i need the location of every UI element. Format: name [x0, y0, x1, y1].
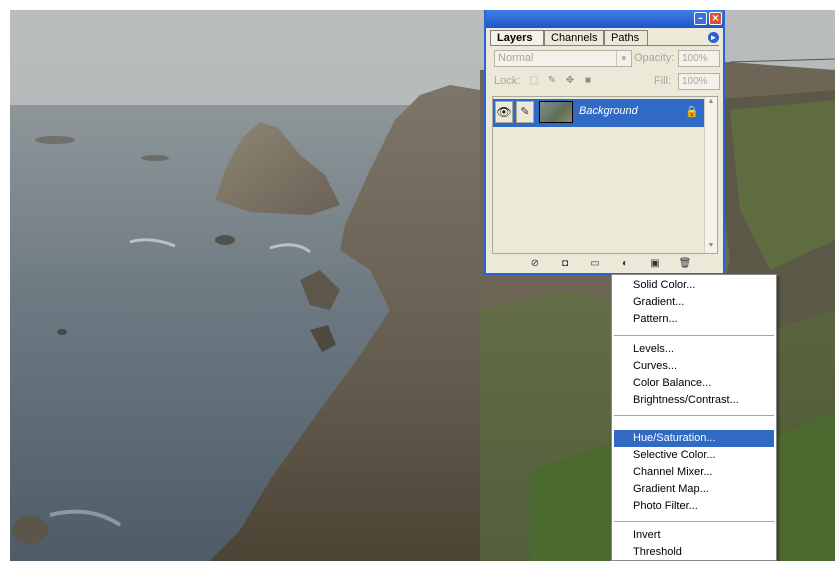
adjustment-layer-icon[interactable]: ◐	[618, 257, 632, 270]
menu-item-photo-filter[interactable]: Photo Filter...	[614, 498, 774, 515]
eye-icon[interactable]: 👁	[495, 101, 513, 123]
menu-item-color-balance[interactable]: Color Balance...	[614, 375, 774, 392]
lock-pixels-brush-icon[interactable]: ✎	[546, 75, 558, 87]
menu-item-gradient[interactable]: Gradient...	[614, 294, 774, 311]
layer-name: Background	[579, 105, 638, 117]
blend-mode-select[interactable]: Normal ▼	[494, 50, 632, 67]
menu-item-curves[interactable]: Curves...	[614, 358, 774, 375]
lock-position-move-icon[interactable]: ✥	[564, 75, 576, 87]
layer-row-background[interactable]: 👁 ✎ Background 🔒	[493, 99, 705, 127]
menu-item-levels[interactable]: Levels...	[614, 341, 774, 358]
layers-palette: – × Layers Channels Paths ► Normal ▼ Opa…	[484, 10, 725, 275]
palette-titlebar[interactable]: – ×	[486, 10, 723, 28]
menu-item-gradient-map[interactable]: Gradient Map...	[614, 481, 774, 498]
tab-channels[interactable]: Channels	[544, 30, 604, 45]
menu-item-threshold[interactable]: Threshold	[614, 544, 774, 560]
menu-separator	[614, 415, 774, 416]
lock-transparency-icon[interactable]: ⬚	[528, 75, 540, 87]
new-layer-icon[interactable]: ▣	[648, 257, 662, 270]
tab-layers[interactable]: Layers	[490, 30, 544, 45]
fill-field[interactable]: 100%	[678, 73, 720, 90]
scroll-down-icon[interactable]: ▼	[706, 242, 716, 252]
menu-separator	[614, 335, 774, 336]
menu-item-hue-saturation[interactable]: Hue/Saturation...	[614, 430, 774, 447]
chevron-down-icon: ▼	[616, 51, 631, 66]
link-icon[interactable]: ⊘	[528, 257, 542, 270]
palette-footer: ⊘ ◘ ▭ ◐ ▣ 🗑	[492, 257, 718, 271]
lock-all-icon[interactable]: ■	[582, 75, 594, 87]
blend-mode-value: Normal	[498, 52, 534, 64]
mask-icon[interactable]: ◘	[558, 257, 572, 270]
menu-item-solid-color[interactable]: Solid Color...	[614, 277, 774, 294]
scroll-up-icon[interactable]: ▲	[706, 98, 716, 108]
tab-divider	[490, 45, 719, 46]
menu-item-selective-color[interactable]: Selective Color...	[614, 447, 774, 464]
minimize-button[interactable]: –	[694, 12, 707, 25]
brush-icon[interactable]: ✎	[516, 101, 534, 123]
palette-menu-button[interactable]: ►	[708, 32, 719, 43]
lock-icon: 🔒	[685, 106, 699, 118]
folder-icon[interactable]: ▭	[588, 257, 602, 270]
tab-paths[interactable]: Paths	[604, 30, 648, 45]
menu-item-invert[interactable]: Invert	[614, 527, 774, 544]
fill-value: 100%	[682, 76, 708, 87]
layers-list: 👁 ✎ Background 🔒 ▲ ▼	[492, 96, 718, 254]
fill-label: Fill:	[654, 75, 672, 87]
blend-options-row: Normal ▼ Opacity: 100%	[494, 50, 720, 68]
layer-thumbnail	[539, 101, 573, 123]
menu-separator	[614, 521, 774, 522]
opacity-value: 100%	[682, 53, 708, 64]
lock-options-row: Lock: ⬚ ✎ ✥ ■ Fill: 100%	[494, 73, 720, 91]
trash-icon[interactable]: 🗑	[678, 257, 692, 270]
opacity-label: Opacity:	[634, 52, 675, 64]
lock-label: Lock:	[494, 75, 521, 87]
close-button[interactable]: ×	[709, 12, 722, 25]
menu-item-channel-mixer[interactable]: Channel Mixer...	[614, 464, 774, 481]
adjustment-layer-menu: Solid Color... Gradient... Pattern... Le…	[611, 274, 777, 561]
layers-scrollbar[interactable]: ▲ ▼	[704, 97, 717, 253]
menu-item-pattern[interactable]: Pattern...	[614, 311, 774, 328]
opacity-field[interactable]: 100%	[678, 50, 720, 67]
menu-item-brightness-contrast[interactable]: Brightness/Contrast...	[614, 392, 774, 409]
